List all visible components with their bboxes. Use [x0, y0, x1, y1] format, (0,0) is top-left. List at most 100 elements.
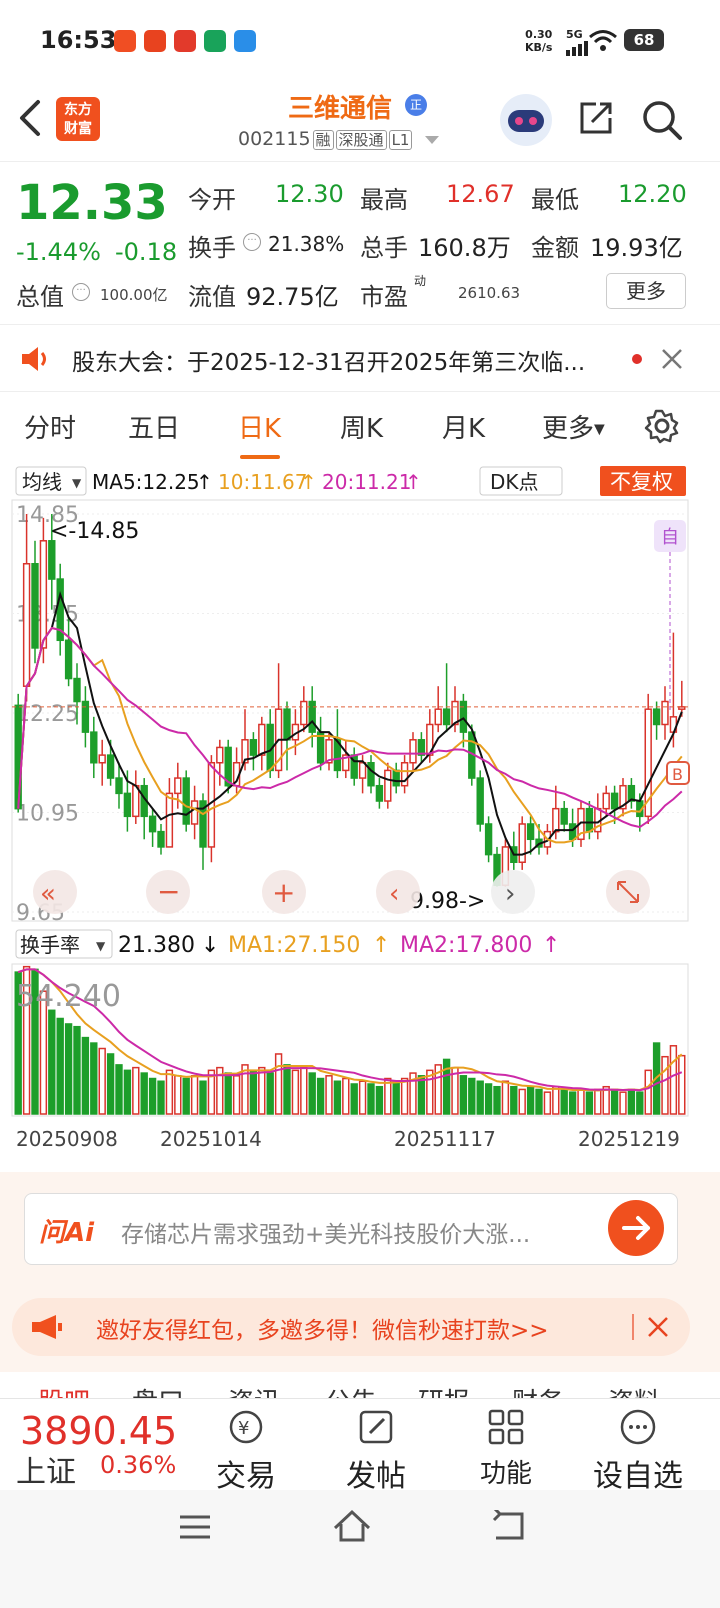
- kline-frame: [11, 499, 689, 922]
- net-speed-value: 0.30: [525, 28, 553, 41]
- turnover-bar-down: [484, 1083, 493, 1115]
- turnover-bar-down: [308, 1072, 316, 1115]
- candle-down: [48, 540, 56, 580]
- notice-bar[interactable]: 股东大会：于2025-12-31召开2025年第三次临...: [0, 324, 720, 392]
- turnover-bar-up: [325, 1075, 333, 1115]
- ai-brand: 问Ai: [39, 1218, 95, 1248]
- turnover-bar-down: [610, 1088, 619, 1115]
- tab-monthly-k[interactable]: 月K: [442, 408, 485, 445]
- post-icon[interactable]: [356, 1407, 396, 1447]
- home-icon[interactable]: [332, 1508, 372, 1544]
- turnover-bar-down: [636, 1091, 644, 1115]
- float-label: 流值: [188, 283, 236, 311]
- arrow-right-icon: [622, 1216, 650, 1240]
- function-button[interactable]: 功能: [466, 1453, 546, 1490]
- candle-down: [81, 700, 90, 733]
- candle-down: [90, 731, 98, 764]
- candle-up: [22, 563, 31, 687]
- x-tick-label: 20251219: [578, 1127, 680, 1151]
- candle-down: [64, 639, 73, 680]
- amount-label: 金额: [531, 234, 579, 262]
- candle-up: [409, 739, 417, 764]
- turnover-bar-down: [585, 1091, 594, 1115]
- turnover-bar-up: [241, 1064, 249, 1115]
- candle-down: [568, 823, 577, 841]
- trade-icon[interactable]: ¥: [226, 1407, 266, 1447]
- pan-right-icon: ›: [505, 879, 515, 909]
- search-icon[interactable]: [640, 98, 684, 142]
- index-name[interactable]: 上证: [16, 1447, 76, 1491]
- back-nav-icon[interactable]: [490, 1510, 526, 1542]
- net-speed-unit: KB/s: [525, 41, 553, 54]
- tag-sgt: 深股通: [335, 130, 387, 150]
- invite-divider: [632, 1314, 634, 1340]
- invite-banner[interactable]: 邀好友得红包，多邀多得！微信秒速打款>>: [12, 1298, 690, 1356]
- candle-up: [552, 807, 560, 833]
- rewind-icon: «: [40, 879, 56, 909]
- turnover-bar-down: [459, 1075, 468, 1115]
- back-icon[interactable]: [14, 96, 48, 140]
- speaker-icon: [22, 347, 46, 371]
- tab-daily-k[interactable]: 日K: [238, 408, 281, 445]
- ai-submit-button[interactable]: [608, 1200, 664, 1256]
- stock-code-line[interactable]: 002115 融深股通 L1: [238, 128, 439, 150]
- wifi-icon: [589, 30, 617, 51]
- tab-more[interactable]: 更多▼: [542, 408, 605, 445]
- tab-weekly-k[interactable]: 周K: [340, 408, 383, 445]
- turnover-trend-arrow: ↓: [201, 933, 219, 958]
- function-grid-icon[interactable]: [486, 1407, 526, 1447]
- settings-gear-icon[interactable]: [644, 408, 680, 444]
- eastmoney-logo[interactable]: 东方 财富: [56, 97, 100, 141]
- ai-robot-icon[interactable]: [500, 94, 552, 146]
- turnover-bar-down: [535, 1088, 543, 1115]
- turnover-bar-up: [174, 1075, 182, 1115]
- candle-down: [610, 792, 619, 810]
- notification-app-icon: [144, 30, 166, 52]
- info-icon[interactable]: ···: [243, 233, 261, 251]
- invite-text: 邀好友得红包，多邀多得！微信秒速打款>>: [96, 1318, 549, 1344]
- tab-five-day[interactable]: 五日: [128, 408, 180, 445]
- ma5-legend: MA5:12.25: [92, 470, 200, 494]
- ma2-up-arrow-icon: ↑: [542, 933, 560, 958]
- trade-button[interactable]: 交易: [206, 1451, 286, 1495]
- turnover-bar-down: [375, 1085, 384, 1115]
- close-icon[interactable]: [660, 347, 684, 371]
- more-button[interactable]: 更多: [606, 273, 686, 309]
- candle-down: [73, 677, 81, 703]
- candle-up: [434, 708, 442, 726]
- turnover-bar-down: [316, 1077, 325, 1115]
- turnover-bar-up: [501, 1080, 510, 1115]
- turnover-bar-down: [140, 1072, 148, 1115]
- more-dots-icon[interactable]: [618, 1407, 658, 1447]
- tab-intraday[interactable]: 分时: [24, 408, 76, 445]
- candle-down: [115, 777, 123, 795]
- share-icon[interactable]: [576, 98, 616, 138]
- zi-marker: 自: [661, 527, 679, 548]
- candle-up: [518, 823, 526, 864]
- candle-down: [392, 769, 400, 787]
- indicator-dropdown-icon: ▼: [72, 476, 82, 490]
- kline-chart[interactable]: 均线 ▼ MA5:12.25 ↑ 10:11.67 ↑ 20:11.21 ↑ D…: [0, 462, 720, 1172]
- info-icon[interactable]: ···: [72, 283, 90, 301]
- index-change: 0.36%: [100, 1451, 177, 1479]
- turnover-bar-up: [577, 1088, 585, 1115]
- low-label: 最低: [531, 186, 579, 214]
- turnover-bar-down: [266, 1072, 274, 1115]
- candle-down: [652, 708, 661, 726]
- post-button[interactable]: 发帖: [336, 1451, 416, 1495]
- turnover-bar-up: [669, 1045, 678, 1115]
- add-watchlist-button[interactable]: 设自选: [582, 1451, 694, 1495]
- indicator-label: 均线: [22, 470, 62, 494]
- volume-value: 160.8万: [418, 234, 511, 262]
- low-value: 12.20: [618, 180, 687, 208]
- menu-icon[interactable]: [178, 1512, 212, 1542]
- candle-up: [602, 792, 610, 810]
- tab-more-arrow-icon: ▼: [594, 421, 605, 438]
- ai-ask-box[interactable]: 问Ai 存储芯片需求强劲+美光科技股价大涨...: [24, 1193, 678, 1265]
- close-icon[interactable]: [646, 1315, 670, 1339]
- ma20-legend: 20:11.21: [322, 470, 411, 494]
- turnover-bar-up: [190, 1075, 199, 1115]
- turnover-bar-down: [249, 1069, 258, 1115]
- ai-prompt: 存储芯片需求强劲+美光科技股价大涨...: [121, 1222, 531, 1248]
- content-tabs: 股吧 盘口 资讯 公告 研报 财务 资料: [0, 1372, 720, 1400]
